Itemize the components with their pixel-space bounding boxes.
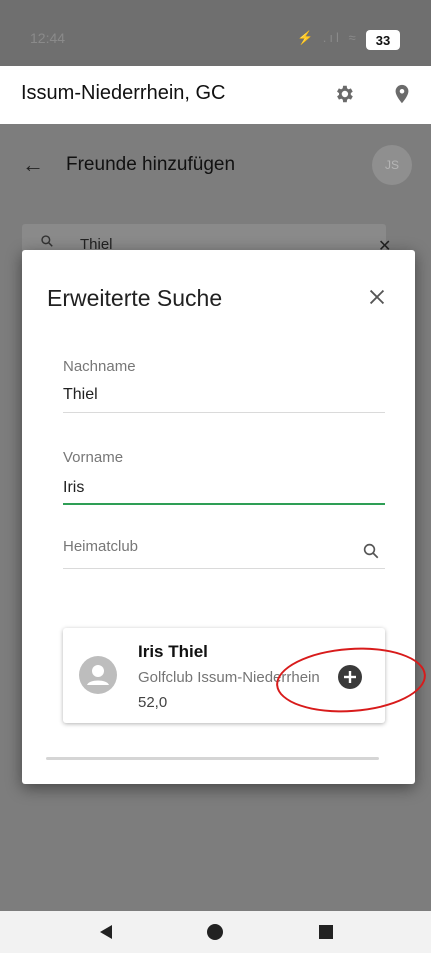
back-arrow-icon[interactable]: ← — [22, 152, 44, 178]
gear-icon[interactable] — [333, 83, 355, 105]
app-bar: Issum-Niederrhein, GC — [0, 66, 431, 124]
app-title: Issum-Niederrhein, GC — [21, 82, 226, 104]
firstname-input[interactable]: Iris — [63, 479, 84, 497]
firstname-underline-active — [63, 503, 385, 505]
lastname-underline — [63, 412, 385, 413]
status-bar: 12:44 ⚡ .ıl ≈ 33 — [0, 0, 431, 66]
nav-back-icon[interactable] — [98, 924, 114, 945]
location-pin-icon[interactable] — [391, 83, 413, 105]
battery-indicator: 33 — [366, 30, 400, 50]
firstname-label: Vorname — [63, 449, 124, 466]
signal-icons: ⚡ .ıl ≈ — [297, 30, 359, 45]
android-nav-bar — [0, 911, 431, 953]
lastname-input[interactable]: Thiel — [63, 386, 98, 404]
page-title: Freunde hinzufügen — [66, 154, 236, 175]
nav-home-icon[interactable] — [207, 924, 223, 945]
search-icon — [40, 234, 54, 251]
result-handicap: 52,0 — [138, 694, 168, 711]
user-avatar[interactable]: JS — [372, 145, 412, 185]
person-avatar-icon — [79, 656, 117, 694]
search-icon[interactable] — [362, 542, 380, 560]
status-time: 12:44 — [30, 30, 66, 46]
homeclub-underline — [63, 568, 385, 569]
lastname-label: Nachname — [63, 358, 136, 375]
result-name: Iris Thiel — [138, 642, 208, 661]
homeclub-label[interactable]: Heimatclub — [63, 538, 138, 555]
close-icon[interactable] — [366, 286, 388, 308]
dialog-title: Erweiterte Suche — [47, 285, 223, 311]
nav-recents-icon[interactable] — [318, 924, 334, 945]
scroll-indicator — [46, 757, 379, 760]
